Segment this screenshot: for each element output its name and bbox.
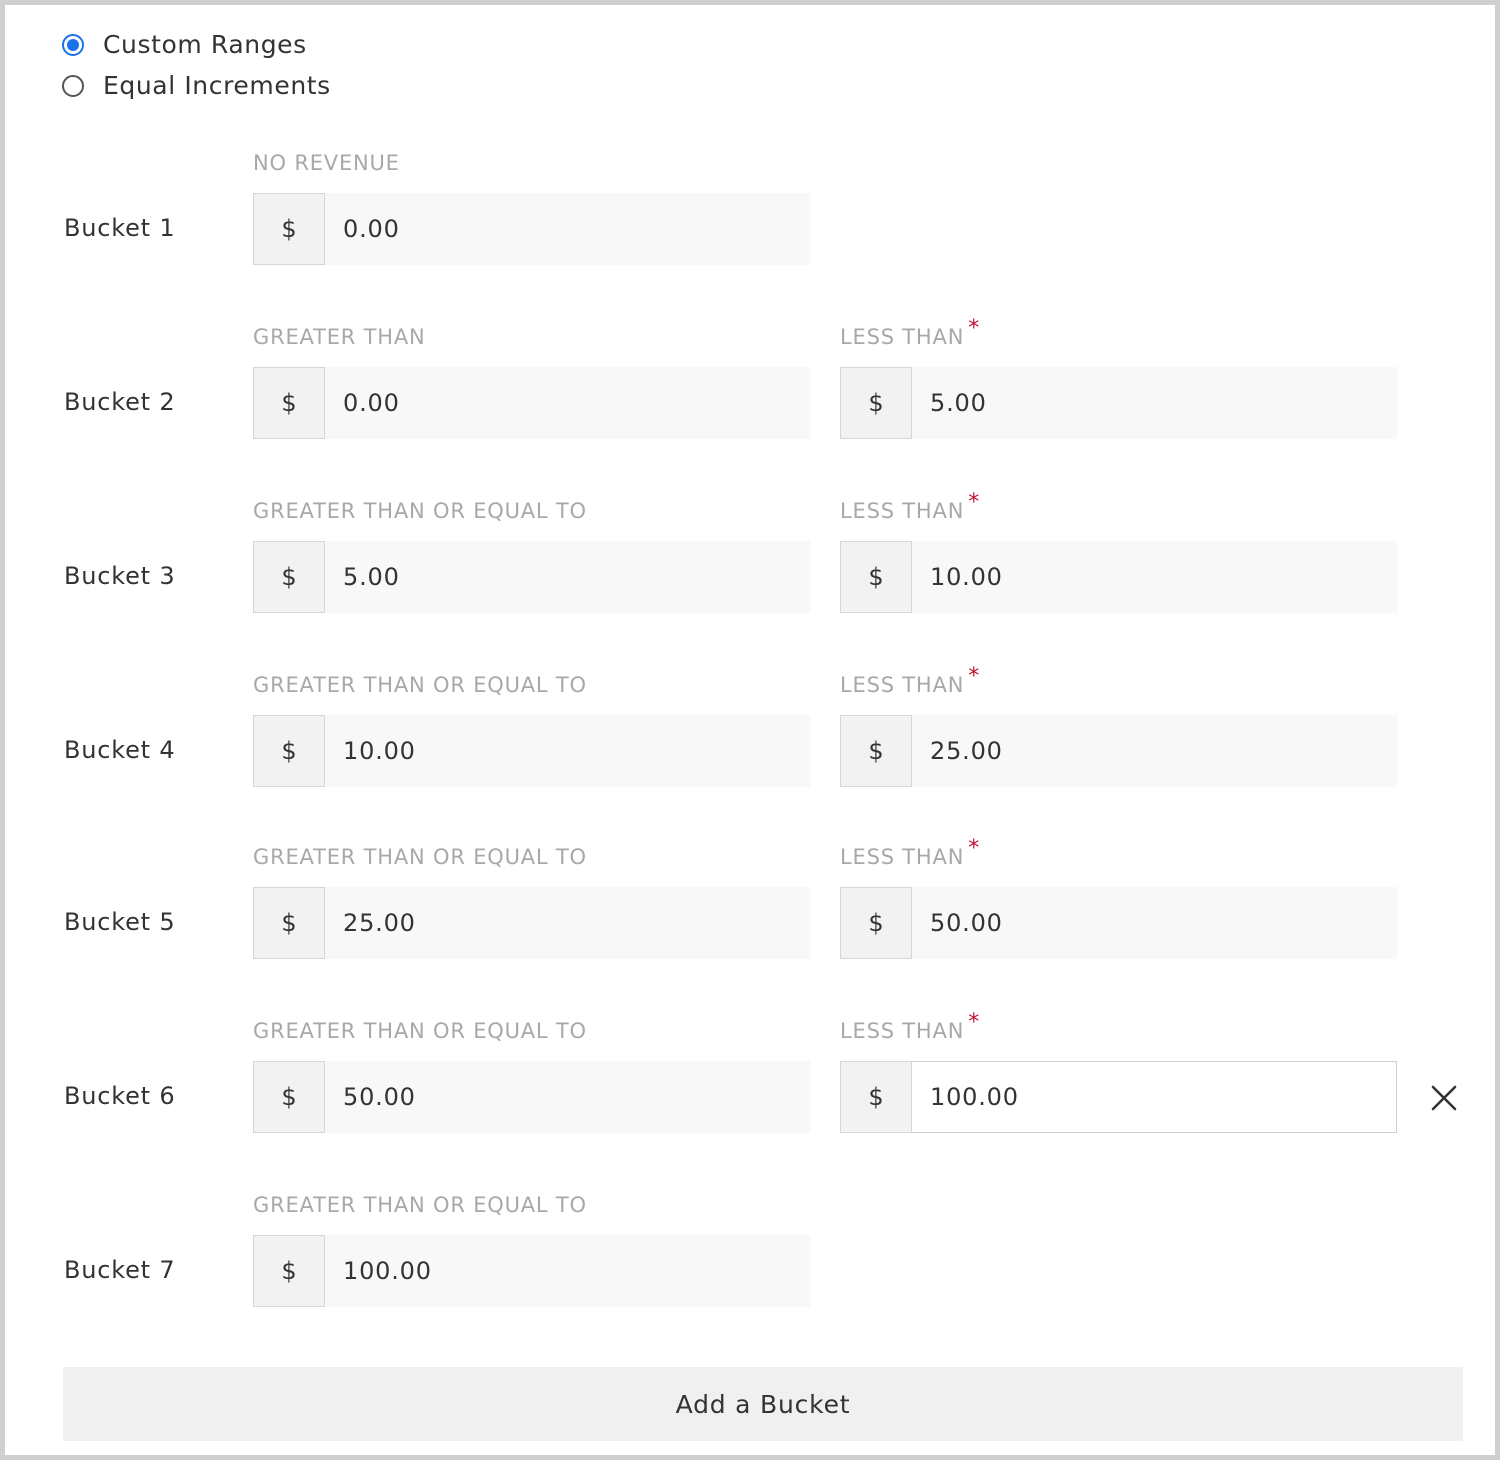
bucket-4-max-label-wrap: LESS THAN * bbox=[840, 664, 979, 698]
bucket-4-max-input[interactable] bbox=[912, 715, 1397, 787]
bucket-settings-panel: Custom Ranges Equal Increments Bucket 1 … bbox=[0, 0, 1500, 1460]
radio-equal-increments[interactable]: Equal Increments bbox=[62, 71, 331, 100]
bucket-1-min-input[interactable] bbox=[325, 193, 810, 265]
currency-prefix: $ bbox=[840, 887, 912, 959]
bucket-3-max-input[interactable] bbox=[912, 541, 1397, 613]
bucket-6-name: Bucket 6 bbox=[64, 1082, 176, 1110]
bucket-5-min-label: GREATER THAN OR EQUAL TO bbox=[253, 845, 587, 869]
bucket-6-min-field: $ bbox=[253, 1061, 810, 1133]
bucket-5-max-label: LESS THAN bbox=[840, 845, 965, 869]
bucket-3-max-label-wrap: LESS THAN * bbox=[840, 490, 979, 524]
currency-prefix: $ bbox=[253, 1061, 325, 1133]
bucket-6-min-input[interactable] bbox=[325, 1061, 810, 1133]
close-icon bbox=[1431, 1085, 1457, 1111]
bucket-6-max-label-wrap: LESS THAN * bbox=[840, 1010, 979, 1044]
bucket-7-min-field: $ bbox=[253, 1235, 810, 1307]
bucket-1-min-field: $ bbox=[253, 193, 810, 265]
required-marker: * bbox=[968, 836, 981, 861]
bucket-3-max-field: $ bbox=[840, 541, 1397, 613]
currency-prefix: $ bbox=[253, 715, 325, 787]
bucket-3-max-label: LESS THAN bbox=[840, 499, 965, 523]
currency-prefix: $ bbox=[253, 541, 325, 613]
radio-equal-increments-control[interactable] bbox=[62, 74, 84, 97]
bucket-2-max-label: LESS THAN bbox=[840, 325, 965, 349]
currency-prefix: $ bbox=[253, 193, 325, 265]
bucket-2-max-field: $ bbox=[840, 367, 1397, 439]
bucket-1-name: Bucket 1 bbox=[64, 214, 176, 242]
bucket-2-max-input[interactable] bbox=[912, 367, 1397, 439]
bucket-5-name: Bucket 5 bbox=[64, 908, 176, 936]
bucket-6-max-label: LESS THAN bbox=[840, 1019, 965, 1043]
radio-equal-increments-label: Equal Increments bbox=[103, 71, 331, 100]
radio-custom-ranges[interactable]: Custom Ranges bbox=[62, 30, 307, 59]
bucket-2-name: Bucket 2 bbox=[64, 388, 176, 416]
currency-prefix: $ bbox=[840, 1061, 912, 1133]
bucket-5-min-input[interactable] bbox=[325, 887, 810, 959]
bucket-4-max-field: $ bbox=[840, 715, 1397, 787]
bucket-4-name: Bucket 4 bbox=[64, 736, 176, 764]
currency-prefix: $ bbox=[840, 715, 912, 787]
bucket-2-min-input[interactable] bbox=[325, 367, 810, 439]
radio-custom-ranges-label: Custom Ranges bbox=[103, 30, 307, 59]
currency-prefix: $ bbox=[253, 367, 325, 439]
bucket-2-min-field: $ bbox=[253, 367, 810, 439]
bucket-4-min-field: $ bbox=[253, 715, 810, 787]
bucket-1-min-label: NO REVENUE bbox=[253, 151, 400, 175]
currency-prefix: $ bbox=[253, 887, 325, 959]
bucket-3-min-field: $ bbox=[253, 541, 810, 613]
bucket-6-min-label: GREATER THAN OR EQUAL TO bbox=[253, 1019, 587, 1043]
currency-prefix: $ bbox=[840, 367, 912, 439]
bucket-5-max-input[interactable] bbox=[912, 887, 1397, 959]
required-marker: * bbox=[968, 664, 981, 689]
bucket-7-min-input[interactable] bbox=[325, 1235, 810, 1307]
required-marker: * bbox=[968, 316, 981, 341]
bucket-2-max-label-wrap: LESS THAN * bbox=[840, 316, 979, 350]
bucket-6-max-field: $ bbox=[840, 1061, 1397, 1133]
bucket-6-max-input[interactable] bbox=[912, 1061, 1397, 1133]
currency-prefix: $ bbox=[253, 1235, 325, 1307]
radio-custom-ranges-control[interactable] bbox=[62, 33, 84, 56]
bucket-5-min-field: $ bbox=[253, 887, 810, 959]
bucket-5-max-label-wrap: LESS THAN * bbox=[840, 836, 979, 870]
remove-bucket-button[interactable] bbox=[1427, 1081, 1461, 1115]
bucket-4-min-label: GREATER THAN OR EQUAL TO bbox=[253, 673, 587, 697]
bucket-7-name: Bucket 7 bbox=[64, 1256, 176, 1284]
bucket-7-min-label: GREATER THAN OR EQUAL TO bbox=[253, 1193, 587, 1217]
required-marker: * bbox=[968, 1010, 981, 1035]
currency-prefix: $ bbox=[840, 541, 912, 613]
bucket-4-max-label: LESS THAN bbox=[840, 673, 965, 697]
add-bucket-button[interactable]: Add a Bucket bbox=[63, 1367, 1463, 1441]
bucket-4-min-input[interactable] bbox=[325, 715, 810, 787]
bucket-2-min-label: GREATER THAN bbox=[253, 325, 426, 349]
required-marker: * bbox=[968, 490, 981, 515]
bucket-3-name: Bucket 3 bbox=[64, 562, 176, 590]
bucket-3-min-input[interactable] bbox=[325, 541, 810, 613]
bucket-5-max-field: $ bbox=[840, 887, 1397, 959]
bucket-3-min-label: GREATER THAN OR EQUAL TO bbox=[253, 499, 587, 523]
